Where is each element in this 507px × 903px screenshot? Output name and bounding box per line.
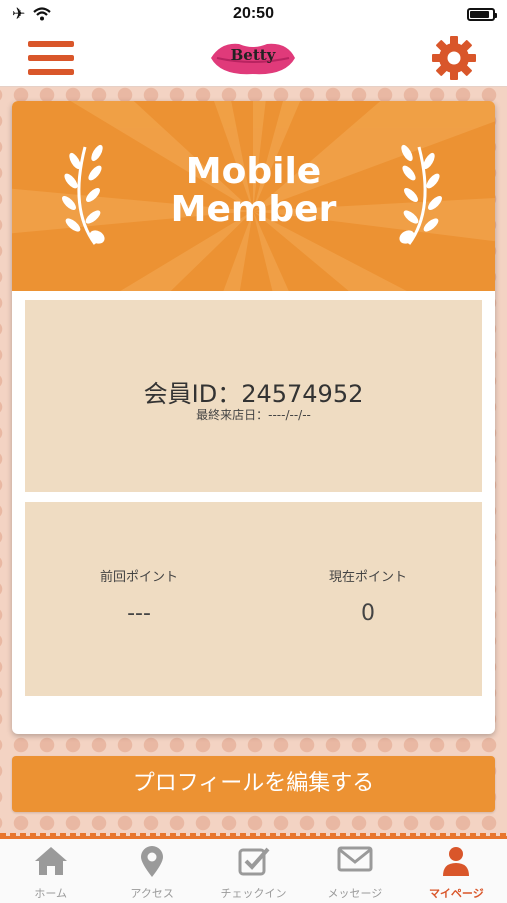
tab-messages[interactable]: メッセージ — [304, 839, 405, 903]
home-icon — [34, 847, 67, 875]
wifi-icon — [33, 7, 52, 21]
member-id: 会員ID：24574952 — [143, 380, 364, 408]
status-bar: ✈ 20:50 — [0, 0, 507, 28]
map-pin-icon — [141, 846, 164, 877]
tab-checkin-label: チェックイン — [220, 887, 287, 900]
status-left: ✈ — [12, 4, 52, 24]
member-card-header: Mobile Member — [12, 101, 495, 291]
app-header: Betty — [0, 28, 507, 87]
bottom-tab-bar: ホーム アクセス チェックイン メッセージ マイページ — [0, 833, 507, 903]
tab-access[interactable]: アクセス — [101, 839, 202, 903]
current-points-label: 現在ポイント — [328, 570, 407, 585]
current-points-value: 0 — [361, 601, 375, 626]
tab-home-label: ホーム — [34, 887, 68, 900]
current-points: 現在ポイント 0 — [254, 566, 482, 626]
battery-icon — [467, 7, 497, 21]
gear-icon[interactable] — [430, 34, 478, 82]
edit-profile-button[interactable]: プロフィールを編集する — [12, 756, 495, 812]
points-panel: 前回ポイント --- 現在ポイント 0 — [25, 502, 482, 696]
last-visit-date: 最終来店日：----/--/-- — [196, 408, 311, 422]
member-card: Mobile Member 会員ID：24574952 最終来店日：----/-… — [12, 101, 495, 734]
user-icon — [443, 847, 470, 876]
previous-points-label: 前回ポイント — [99, 570, 178, 585]
svg-text:Betty: Betty — [231, 46, 277, 64]
previous-points: 前回ポイント --- — [25, 566, 253, 626]
betty-logo: Betty — [211, 43, 295, 75]
hamburger-menu-icon[interactable] — [28, 38, 76, 78]
tab-checkin[interactable]: チェックイン — [203, 839, 304, 903]
tab-mypage[interactable]: マイページ — [406, 839, 507, 903]
laurel-right-icon — [399, 144, 442, 245]
airplane-icon: ✈ — [12, 6, 26, 23]
envelope-icon — [337, 846, 373, 872]
status-time: 20:50 — [233, 5, 274, 22]
tab-messages-label: メッセージ — [327, 887, 383, 900]
tab-mypage-label: マイページ — [428, 887, 484, 900]
member-id-panel: 会員ID：24574952 最終来店日：----/--/-- — [25, 300, 482, 492]
checkbox-icon — [238, 847, 270, 876]
tab-home[interactable]: ホーム — [0, 839, 101, 903]
previous-points-value: --- — [127, 601, 151, 626]
tab-access-label: アクセス — [130, 887, 174, 900]
